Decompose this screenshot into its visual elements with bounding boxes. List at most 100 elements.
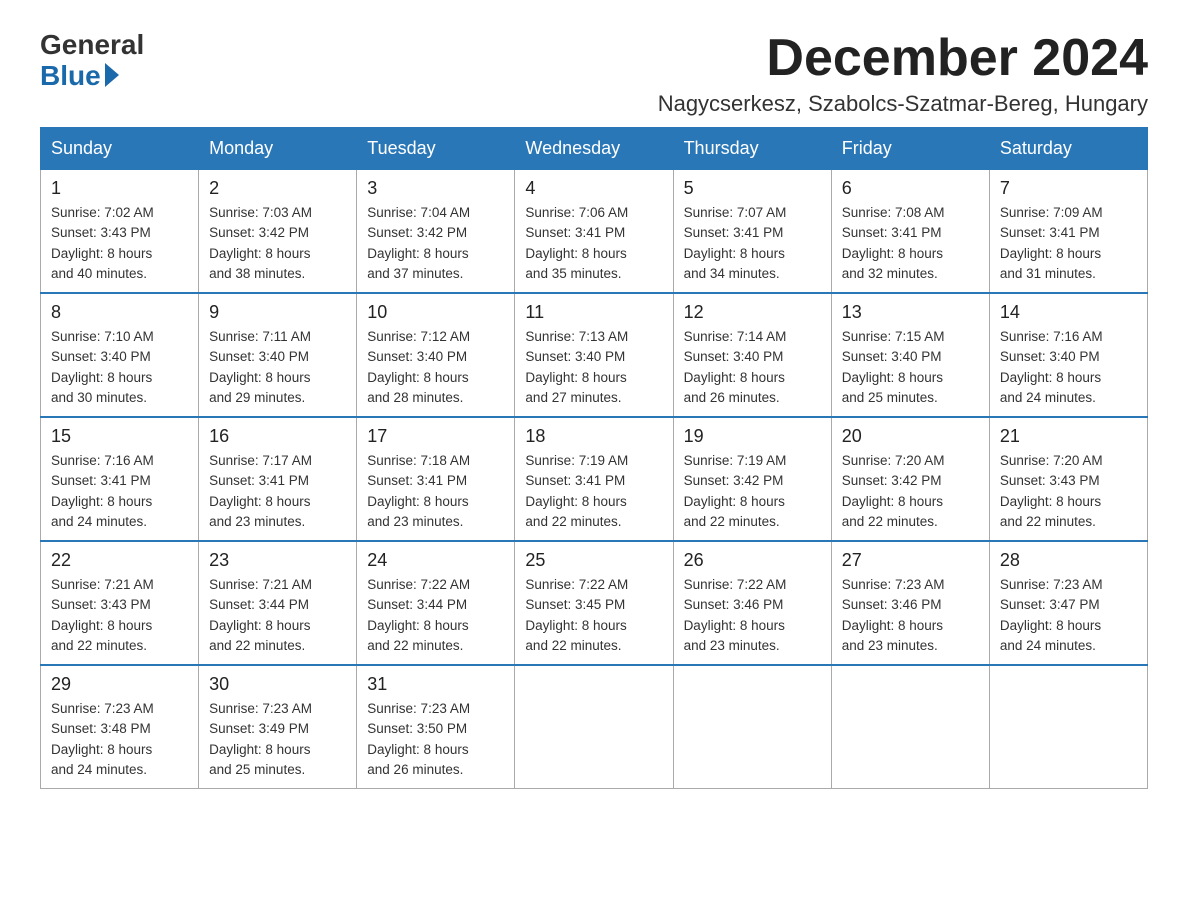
day-info: Sunrise: 7:03 AMSunset: 3:42 PMDaylight:… [209,203,346,284]
day-info: Sunrise: 7:23 AMSunset: 3:48 PMDaylight:… [51,699,188,780]
calendar-cell [673,665,831,789]
day-info: Sunrise: 7:02 AMSunset: 3:43 PMDaylight:… [51,203,188,284]
day-number: 1 [51,178,188,199]
day-info: Sunrise: 7:23 AMSunset: 3:47 PMDaylight:… [1000,575,1137,656]
day-number: 28 [1000,550,1137,571]
day-info: Sunrise: 7:23 AMSunset: 3:46 PMDaylight:… [842,575,979,656]
calendar-header: SundayMondayTuesdayWednesdayThursdayFrid… [41,128,1148,170]
day-number: 31 [367,674,504,695]
day-info: Sunrise: 7:16 AMSunset: 3:40 PMDaylight:… [1000,327,1137,408]
day-of-week-wednesday: Wednesday [515,128,673,170]
day-number: 11 [525,302,662,323]
calendar-cell: 13 Sunrise: 7:15 AMSunset: 3:40 PMDayligh… [831,293,989,417]
calendar-cell: 3Sunrise: 7:04 AMSunset: 3:42 PMDaylight… [357,170,515,294]
calendar-cell: 6 Sunrise: 7:08 AMSunset: 3:41 PMDaylight… [831,170,989,294]
logo-triangle-icon [105,63,119,87]
day-info: Sunrise: 7:23 AMSunset: 3:49 PMDaylight:… [209,699,346,780]
day-info: Sunrise: 7:11 AMSunset: 3:40 PMDaylight:… [209,327,346,408]
calendar-cell: 31Sunrise: 7:23 AMSunset: 3:50 PMDayligh… [357,665,515,789]
calendar-cell: 25 Sunrise: 7:22 AMSunset: 3:45 PMDayligh… [515,541,673,665]
day-number: 4 [525,178,662,199]
day-number: 21 [1000,426,1137,447]
day-info: Sunrise: 7:12 AMSunset: 3:40 PMDaylight:… [367,327,504,408]
day-info: Sunrise: 7:21 AMSunset: 3:44 PMDaylight:… [209,575,346,656]
calendar-week-2: 8Sunrise: 7:10 AMSunset: 3:40 PMDaylight… [41,293,1148,417]
calendar-cell: 10 Sunrise: 7:12 AMSunset: 3:40 PMDayligh… [357,293,515,417]
day-of-week-tuesday: Tuesday [357,128,515,170]
calendar-week-5: 29Sunrise: 7:23 AMSunset: 3:48 PMDayligh… [41,665,1148,789]
day-info: Sunrise: 7:19 AMSunset: 3:41 PMDaylight:… [525,451,662,532]
day-info: Sunrise: 7:14 AMSunset: 3:40 PMDaylight:… [684,327,821,408]
calendar-cell: 23Sunrise: 7:21 AMSunset: 3:44 PMDayligh… [199,541,357,665]
calendar-cell: 24 Sunrise: 7:22 AMSunset: 3:44 PMDayligh… [357,541,515,665]
day-number: 27 [842,550,979,571]
day-number: 24 [367,550,504,571]
calendar-cell [831,665,989,789]
day-info: Sunrise: 7:21 AMSunset: 3:43 PMDaylight:… [51,575,188,656]
location-title: Nagycserkesz, Szabolcs-Szatmar-Bereg, Hu… [658,91,1148,117]
day-info: Sunrise: 7:09 AMSunset: 3:41 PMDaylight:… [1000,203,1137,284]
day-info: Sunrise: 7:22 AMSunset: 3:45 PMDaylight:… [525,575,662,656]
day-number: 13 [842,302,979,323]
day-number: 10 [367,302,504,323]
calendar-cell: 14Sunrise: 7:16 AMSunset: 3:40 PMDayligh… [989,293,1147,417]
calendar-cell: 29Sunrise: 7:23 AMSunset: 3:48 PMDayligh… [41,665,199,789]
day-number: 6 [842,178,979,199]
logo-blue-text: Blue [40,61,144,92]
day-info: Sunrise: 7:22 AMSunset: 3:46 PMDaylight:… [684,575,821,656]
day-number: 26 [684,550,821,571]
day-info: Sunrise: 7:04 AMSunset: 3:42 PMDaylight:… [367,203,504,284]
month-title: December 2024 [658,30,1148,87]
day-info: Sunrise: 7:07 AMSunset: 3:41 PMDaylight:… [684,203,821,284]
calendar-cell: 9 Sunrise: 7:11 AMSunset: 3:40 PMDaylight… [199,293,357,417]
day-number: 5 [684,178,821,199]
calendar-cell: 26 Sunrise: 7:22 AMSunset: 3:46 PMDayligh… [673,541,831,665]
day-number: 19 [684,426,821,447]
day-info: Sunrise: 7:15 AMSunset: 3:40 PMDaylight:… [842,327,979,408]
calendar-cell: 2Sunrise: 7:03 AMSunset: 3:42 PMDaylight… [199,170,357,294]
day-number: 18 [525,426,662,447]
calendar-cell: 15 Sunrise: 7:16 AMSunset: 3:41 PMDayligh… [41,417,199,541]
day-number: 12 [684,302,821,323]
title-block: December 2024 Nagycserkesz, Szabolcs-Sza… [658,30,1148,117]
logo-general-text: General [40,30,144,61]
day-info: Sunrise: 7:20 AMSunset: 3:43 PMDaylight:… [1000,451,1137,532]
day-info: Sunrise: 7:19 AMSunset: 3:42 PMDaylight:… [684,451,821,532]
day-info: Sunrise: 7:16 AMSunset: 3:41 PMDaylight:… [51,451,188,532]
logo: General Blue [40,30,144,92]
calendar-cell [515,665,673,789]
calendar-cell: 22 Sunrise: 7:21 AMSunset: 3:43 PMDayligh… [41,541,199,665]
calendar-cell: 11 Sunrise: 7:13 AMSunset: 3:40 PMDayligh… [515,293,673,417]
day-info: Sunrise: 7:06 AMSunset: 3:41 PMDaylight:… [525,203,662,284]
day-info: Sunrise: 7:20 AMSunset: 3:42 PMDaylight:… [842,451,979,532]
day-info: Sunrise: 7:13 AMSunset: 3:40 PMDaylight:… [525,327,662,408]
day-of-week-saturday: Saturday [989,128,1147,170]
calendar-cell: 1 Sunrise: 7:02 AMSunset: 3:43 PMDaylight… [41,170,199,294]
day-number: 16 [209,426,346,447]
calendar-body: 1 Sunrise: 7:02 AMSunset: 3:43 PMDaylight… [41,170,1148,789]
calendar-cell: 4 Sunrise: 7:06 AMSunset: 3:41 PMDaylight… [515,170,673,294]
calendar-week-4: 22 Sunrise: 7:21 AMSunset: 3:43 PMDayligh… [41,541,1148,665]
calendar-table: SundayMondayTuesdayWednesdayThursdayFrid… [40,127,1148,789]
day-info: Sunrise: 7:18 AMSunset: 3:41 PMDaylight:… [367,451,504,532]
day-of-week-thursday: Thursday [673,128,831,170]
day-info: Sunrise: 7:22 AMSunset: 3:44 PMDaylight:… [367,575,504,656]
day-number: 30 [209,674,346,695]
day-number: 25 [525,550,662,571]
day-number: 22 [51,550,188,571]
day-number: 7 [1000,178,1137,199]
day-of-week-monday: Monday [199,128,357,170]
calendar-cell: 7 Sunrise: 7:09 AMSunset: 3:41 PMDaylight… [989,170,1147,294]
calendar-cell: 30 Sunrise: 7:23 AMSunset: 3:49 PMDayligh… [199,665,357,789]
day-info: Sunrise: 7:17 AMSunset: 3:41 PMDaylight:… [209,451,346,532]
calendar-cell: 5 Sunrise: 7:07 AMSunset: 3:41 PMDaylight… [673,170,831,294]
day-number: 15 [51,426,188,447]
calendar-cell: 19 Sunrise: 7:19 AMSunset: 3:42 PMDayligh… [673,417,831,541]
day-number: 20 [842,426,979,447]
day-of-week-friday: Friday [831,128,989,170]
day-number: 17 [367,426,504,447]
day-info: Sunrise: 7:08 AMSunset: 3:41 PMDaylight:… [842,203,979,284]
calendar-week-1: 1 Sunrise: 7:02 AMSunset: 3:43 PMDaylight… [41,170,1148,294]
day-number: 9 [209,302,346,323]
calendar-cell: 21 Sunrise: 7:20 AMSunset: 3:43 PMDayligh… [989,417,1147,541]
